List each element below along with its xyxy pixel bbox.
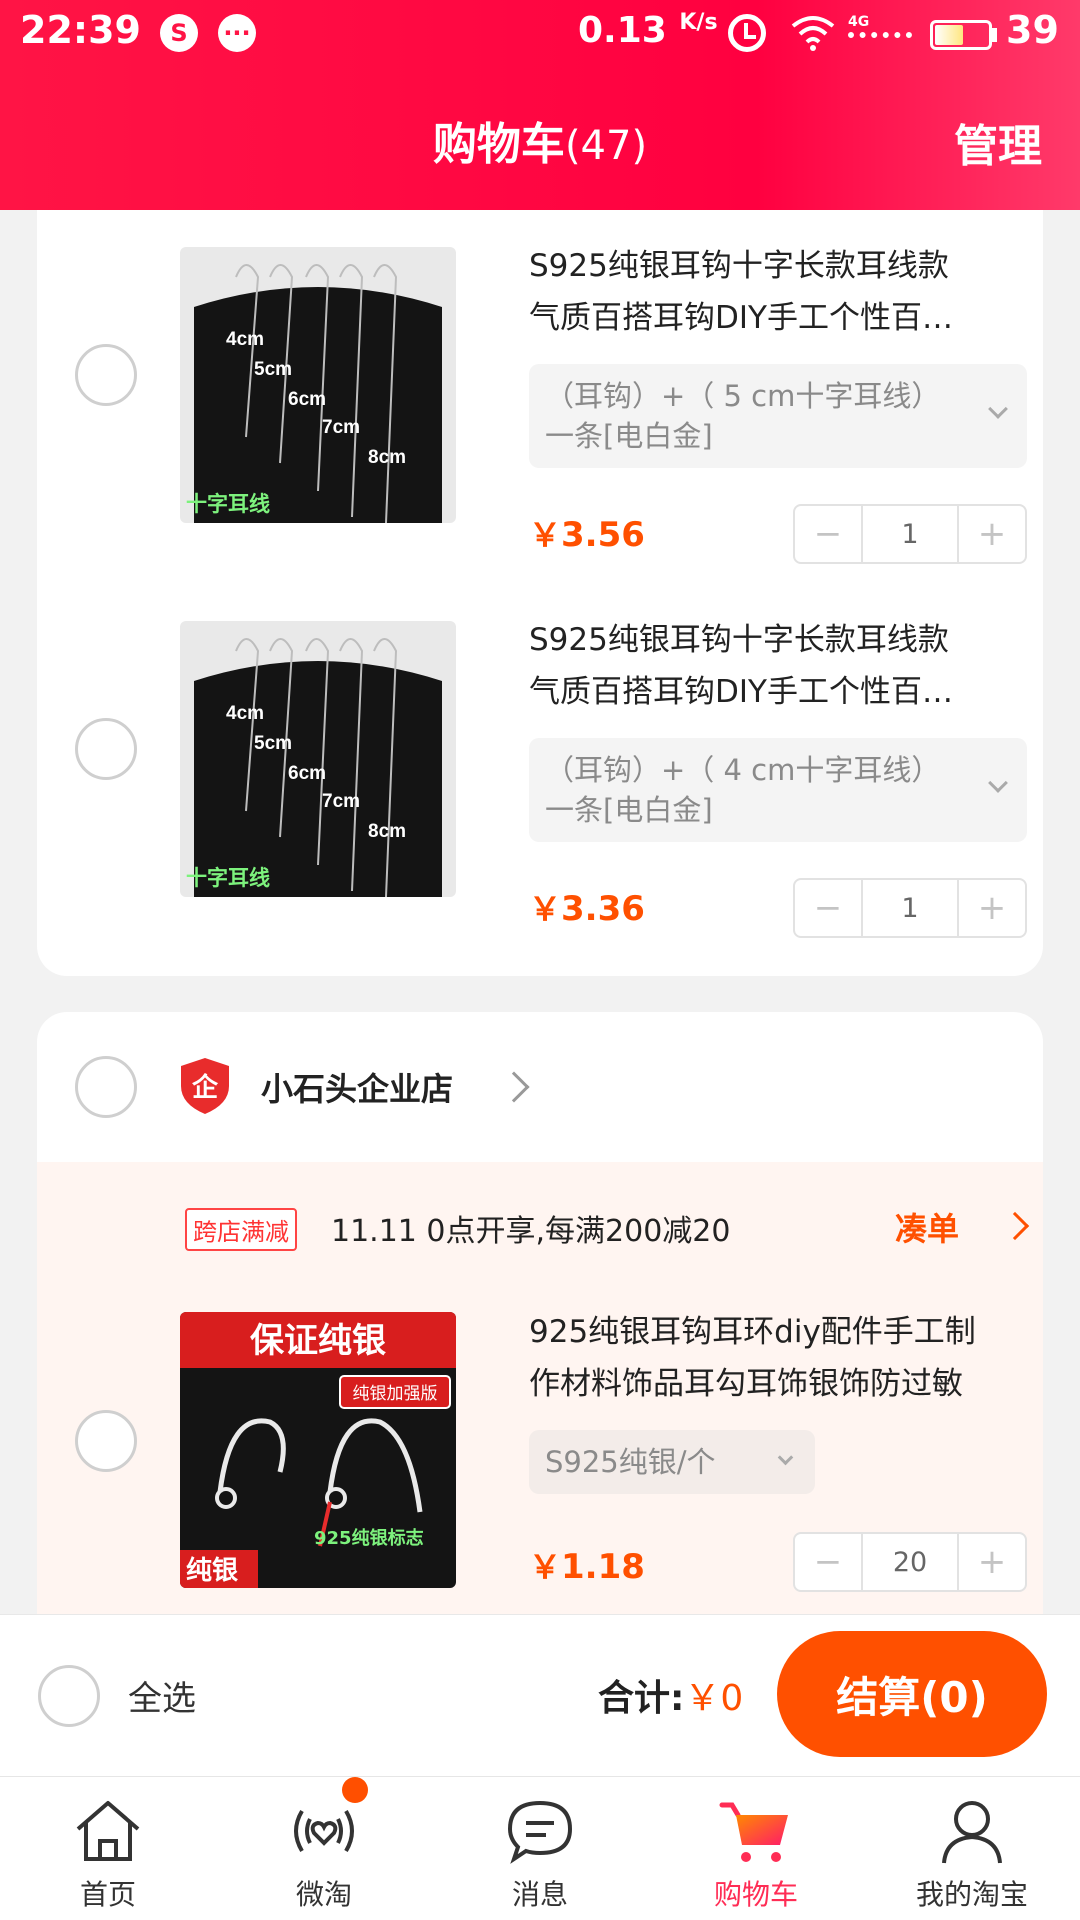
svg-text:5cm: 5cm <box>254 733 292 754</box>
manage-button[interactable]: 管理 <box>954 110 1042 174</box>
product-image[interactable]: 4cm 5cm 6cm 7cm 8cm 十字耳线 <box>180 621 456 897</box>
battery-percent: 39 <box>1006 8 1059 52</box>
sku-selector[interactable]: （耳钩）+（ 5 cm十字耳线）一条[电白金] <box>529 364 1027 468</box>
quantity-value[interactable]: 20 <box>861 1534 959 1590</box>
svg-text:6cm: 6cm <box>288 763 326 784</box>
message-icon <box>507 1800 573 1864</box>
decrement-button[interactable]: − <box>795 506 861 562</box>
item-checkbox[interactable] <box>75 1410 137 1472</box>
svg-text:925纯银标志: 925纯银标志 <box>314 1527 424 1549</box>
tab-home[interactable]: 首页 <box>0 1777 216 1920</box>
svg-text:5cm: 5cm <box>254 359 292 380</box>
svg-text:企: 企 <box>192 1072 219 1103</box>
svg-text:4cm: 4cm <box>226 329 264 350</box>
item-price: ￥3.56 <box>529 515 645 555</box>
alarm-icon <box>728 14 766 52</box>
battery-tip <box>992 28 997 42</box>
product-title[interactable]: S925纯银耳钩十字长款耳线款 气质百搭耳钩DIY手工个性百… <box>529 614 1039 718</box>
notification-dot <box>342 1777 368 1803</box>
chevron-down-icon <box>777 1449 794 1466</box>
svg-text:6cm: 6cm <box>288 389 326 410</box>
promo-text: 11.11 0点开享,每满200减20 <box>331 1214 731 1249</box>
item-price: ￥3.36 <box>529 889 645 929</box>
notification-app-icon: S <box>160 14 198 52</box>
network-speed: 0.13 K/s <box>578 10 718 51</box>
svg-text:8cm: 8cm <box>368 821 406 842</box>
bottom-tab-bar: 首页 微淘 消息 购物车 我的淘宝 <box>0 1776 1080 1920</box>
promo-tag: 跨店满减 <box>185 1208 297 1251</box>
svg-text:4cm: 4cm <box>226 703 264 724</box>
svg-text:7cm: 7cm <box>322 791 360 812</box>
quantity-value[interactable]: 1 <box>861 880 959 936</box>
decrement-button[interactable]: − <box>795 880 861 936</box>
select-all-label[interactable]: 全选 <box>128 1671 196 1720</box>
quantity-value[interactable]: 1 <box>861 506 959 562</box>
tab-my-taobao[interactable]: 我的淘宝 <box>864 1777 1080 1920</box>
page-title: 购物车(47) <box>432 119 648 170</box>
product-title[interactable]: S925纯银耳钩十字长款耳线款 气质百搭耳钩DIY手工个性百… <box>529 240 1039 344</box>
svg-text:7cm: 7cm <box>322 417 360 438</box>
store-checkbox[interactable] <box>75 1056 137 1118</box>
increment-button[interactable]: + <box>959 506 1025 562</box>
chevron-down-icon <box>988 773 1008 793</box>
sku-selector[interactable]: （耳钩）+（ 4 cm十字耳线）一条[电白金] <box>529 738 1027 842</box>
store-card: 4cm 5cm 6cm 7cm 8cm 十字耳线 S925纯银耳钩十字长款耳线款… <box>37 160 1043 976</box>
home-icon <box>76 1801 140 1861</box>
select-all-checkbox[interactable] <box>38 1665 100 1727</box>
chat-notification-icon: ··· <box>218 14 256 52</box>
svg-text:8cm: 8cm <box>368 447 406 468</box>
checkout-bar: 全选 合计:￥0 结算(0) <box>0 1614 1080 1776</box>
enterprise-shop-icon: 企 <box>181 1058 229 1114</box>
profile-icon <box>942 1801 1002 1864</box>
item-checkbox[interactable] <box>75 718 137 780</box>
increment-button[interactable]: + <box>959 1534 1025 1590</box>
item-price: ￥1.18 <box>529 1547 645 1587</box>
cart-count: (47) <box>564 123 648 169</box>
decrement-button[interactable]: − <box>795 1534 861 1590</box>
status-bar: 22:39 S ··· 0.13 K/s 4G 39 <box>0 0 1080 66</box>
wifi-icon <box>791 16 835 51</box>
svg-text:纯银加强版: 纯银加强版 <box>353 1384 438 1404</box>
status-time: 22:39 <box>20 8 141 52</box>
add-on-link[interactable]: 凑单 <box>895 1204 959 1250</box>
quantity-stepper: − 1 + <box>793 504 1027 564</box>
checkout-button[interactable]: 结算(0) <box>777 1631 1047 1757</box>
tab-messages[interactable]: 消息 <box>432 1777 648 1920</box>
tab-cart[interactable]: 购物车 <box>648 1777 864 1920</box>
chevron-right-icon[interactable] <box>498 1071 530 1103</box>
svg-text:十字耳线: 十字耳线 <box>186 492 270 516</box>
sku-selector[interactable]: S925纯银/个 <box>529 1430 815 1494</box>
quantity-stepper: − 20 + <box>793 1532 1027 1592</box>
shop-name[interactable]: 小石头企业店 <box>261 1064 453 1110</box>
product-image[interactable]: 4cm 5cm 6cm 7cm 8cm 十字耳线 <box>180 247 456 523</box>
network-type: 4G <box>848 14 870 30</box>
increment-button[interactable]: + <box>959 880 1025 936</box>
total-amount: 合计:￥0 <box>598 1678 744 1719</box>
header-bar: 22:39 S ··· 0.13 K/s 4G 39 购物车(47) 管理 <box>0 0 1080 210</box>
tab-weitao[interactable]: 微淘 <box>216 1777 432 1920</box>
store-card: 企 小石头企业店 跨店满减 11.11 0点开享,每满200减20 凑单 保证纯… <box>37 1012 1043 1632</box>
cart-icon <box>719 1802 788 1862</box>
product-title[interactable]: 925纯银耳钩耳环diy配件手工制 作材料饰品耳勾耳饰银饰防过敏 <box>529 1306 1039 1410</box>
svg-text:保证纯银: 保证纯银 <box>250 1321 386 1361</box>
item-checkbox[interactable] <box>75 344 137 406</box>
chevron-down-icon <box>988 399 1008 419</box>
quantity-stepper: − 1 + <box>793 878 1027 938</box>
svg-text:纯银: 纯银 <box>186 1555 239 1586</box>
weitao-icon <box>294 1809 354 1853</box>
battery-icon <box>930 20 992 50</box>
signal-icon <box>848 32 912 42</box>
product-image[interactable]: 保证纯银 纯银加强版 925纯银标志 纯银 <box>180 1312 456 1588</box>
svg-text:十字耳线: 十字耳线 <box>186 866 270 890</box>
